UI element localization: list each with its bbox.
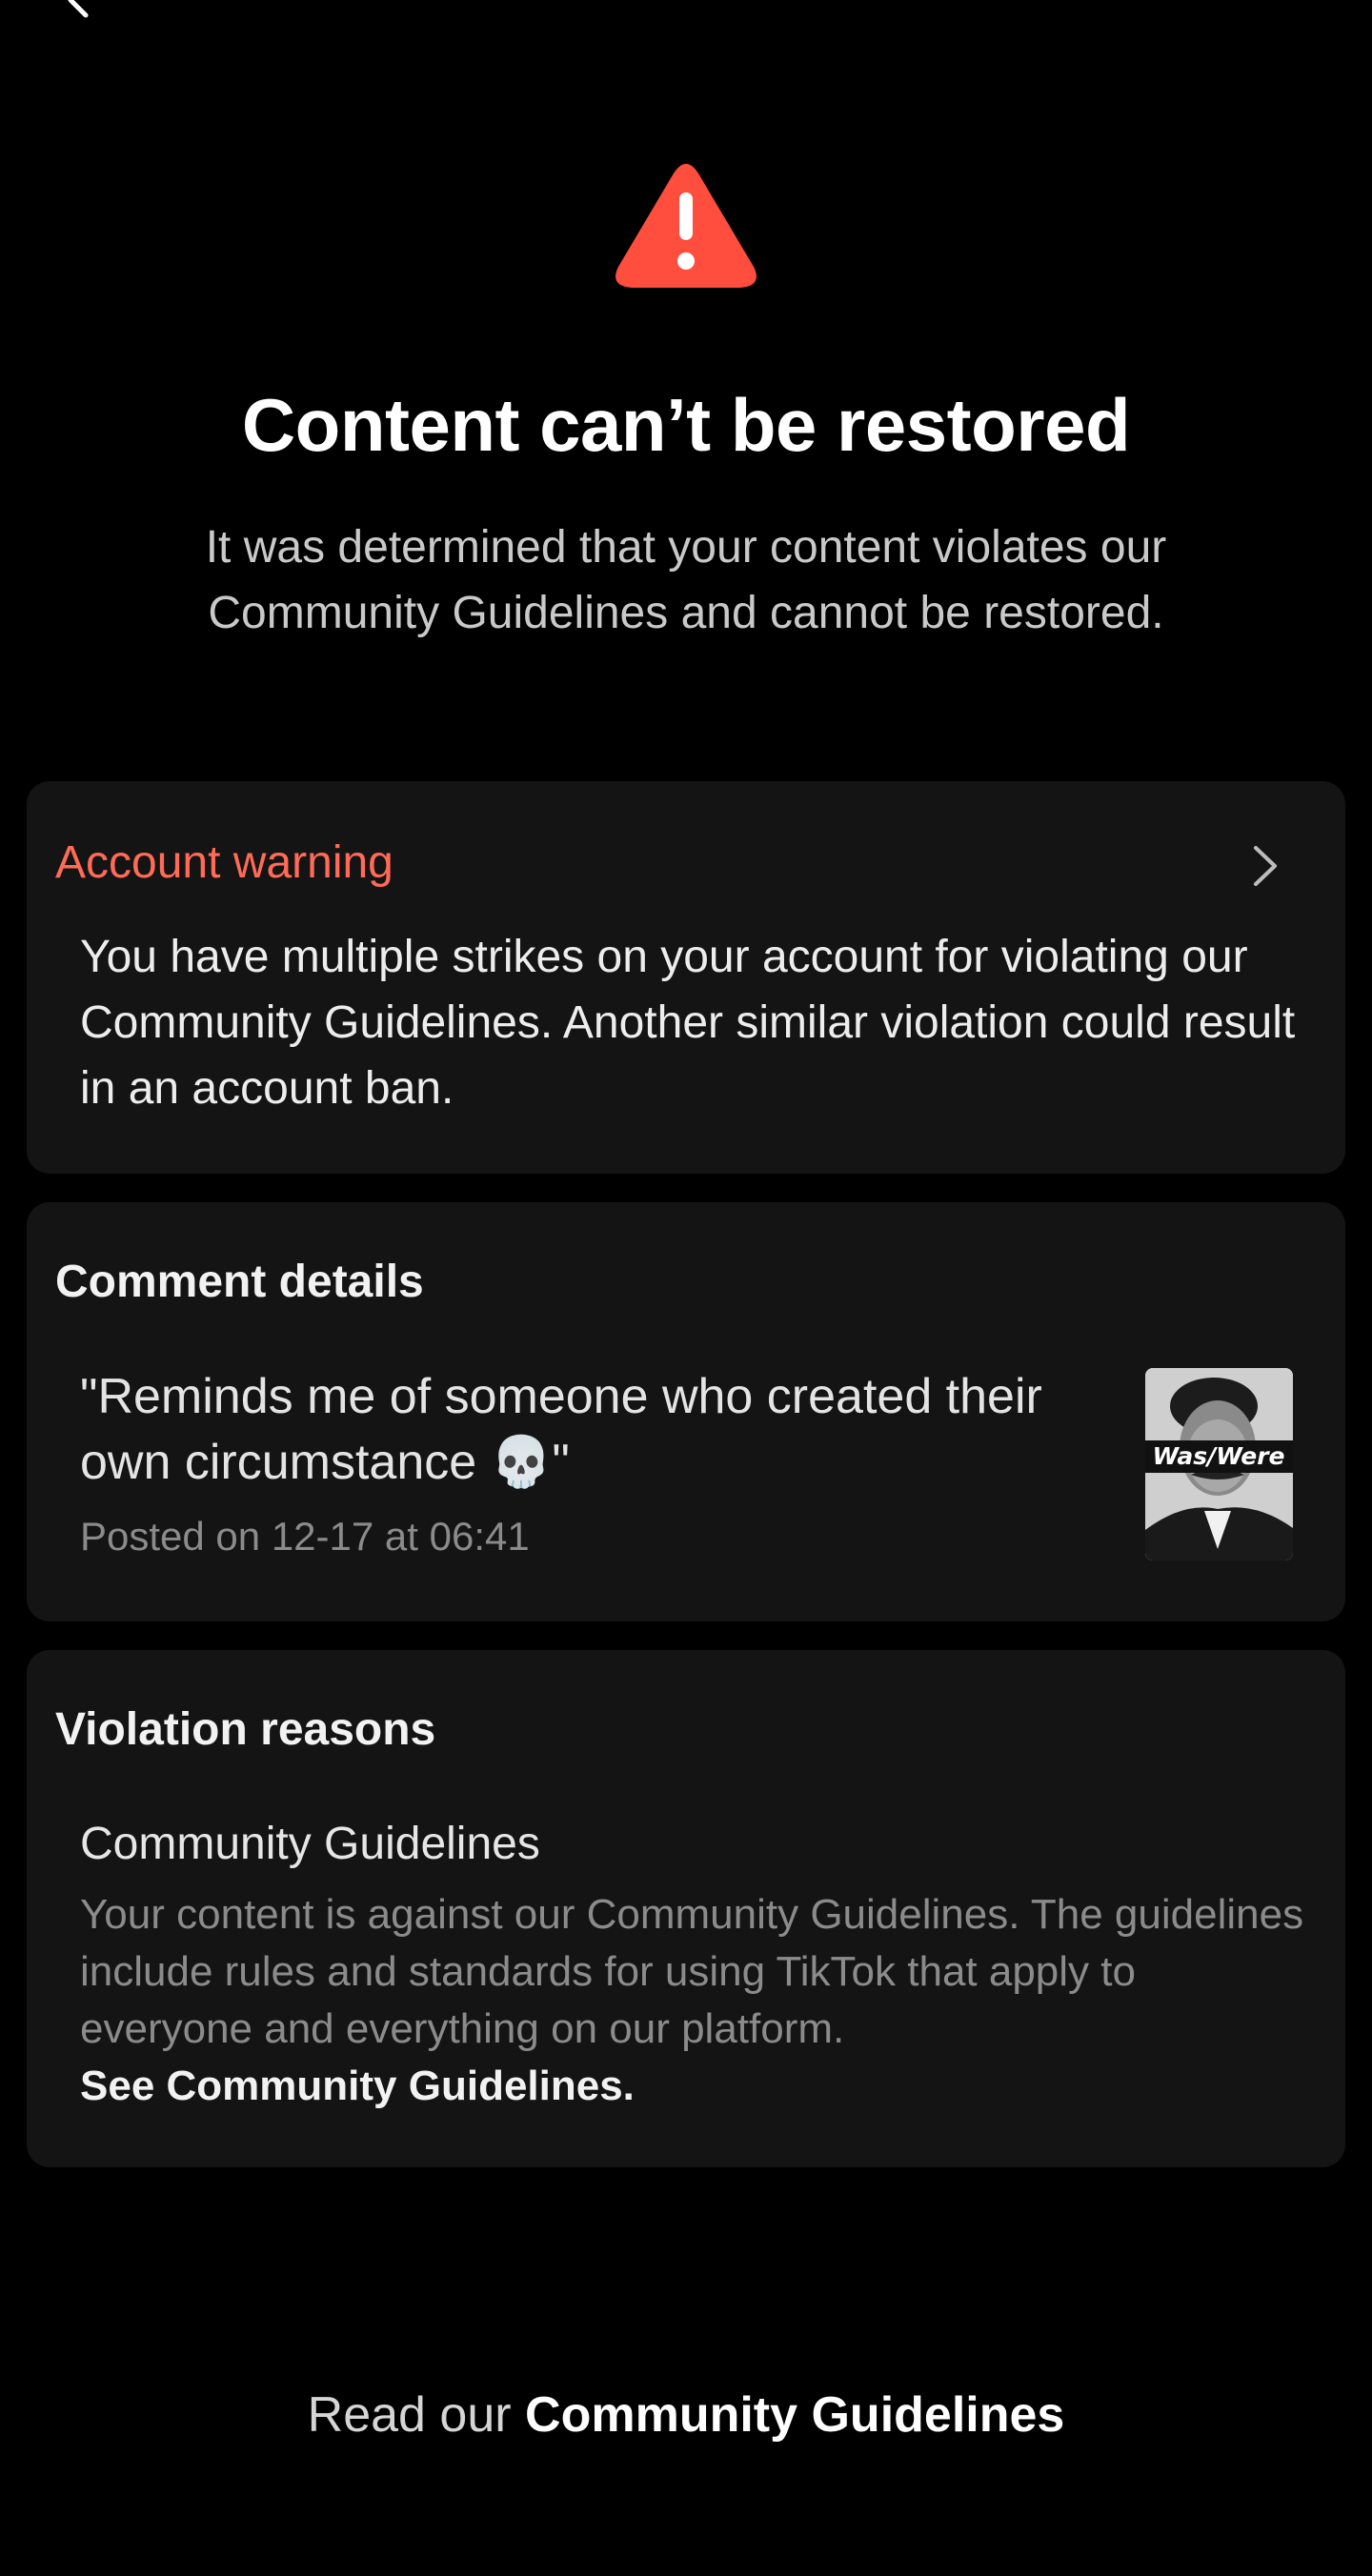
footer: Read our Community Guidelines [0, 2382, 1372, 2448]
comment-text: "Reminds me of someone who created their… [80, 1369, 1042, 1490]
comment-timestamp: Posted on 12-17 at 06:41 [80, 1514, 530, 1559]
violation-reason-title: Community Guidelines [80, 1819, 540, 1869]
comment-details-heading: Comment details [55, 1257, 424, 1307]
chevron-left-icon [59, 0, 97, 19]
back-button[interactable] [59, 0, 97, 19]
violation-reason-description: Your content is against our Community Gu… [80, 1886, 1309, 2115]
account-warning-text: You have multiple strikes on your accoun… [80, 932, 1296, 1114]
warning-triangle-icon [613, 160, 759, 292]
page-subtitle: It was determined that your content viol… [205, 522, 1167, 638]
account-warning-heading: Account warning [55, 837, 393, 888]
footer-prefix: Read our [307, 2387, 526, 2443]
chevron-right-icon[interactable] [1248, 842, 1282, 890]
page-title: Content can’t be restored [241, 383, 1131, 467]
thumbnail-caption: Was/Were [1153, 1442, 1285, 1470]
see-community-guidelines-link[interactable]: See Community Guidelines. [80, 2058, 1309, 2115]
violation-reason-text: Your content is against our Community Gu… [80, 1891, 1304, 2052]
violation-reasons-heading: Violation reasons [55, 1704, 436, 1755]
video-thumbnail[interactable]: Was/Were [1145, 1368, 1293, 1560]
community-guidelines-link[interactable]: Community Guidelines [525, 2387, 1064, 2443]
